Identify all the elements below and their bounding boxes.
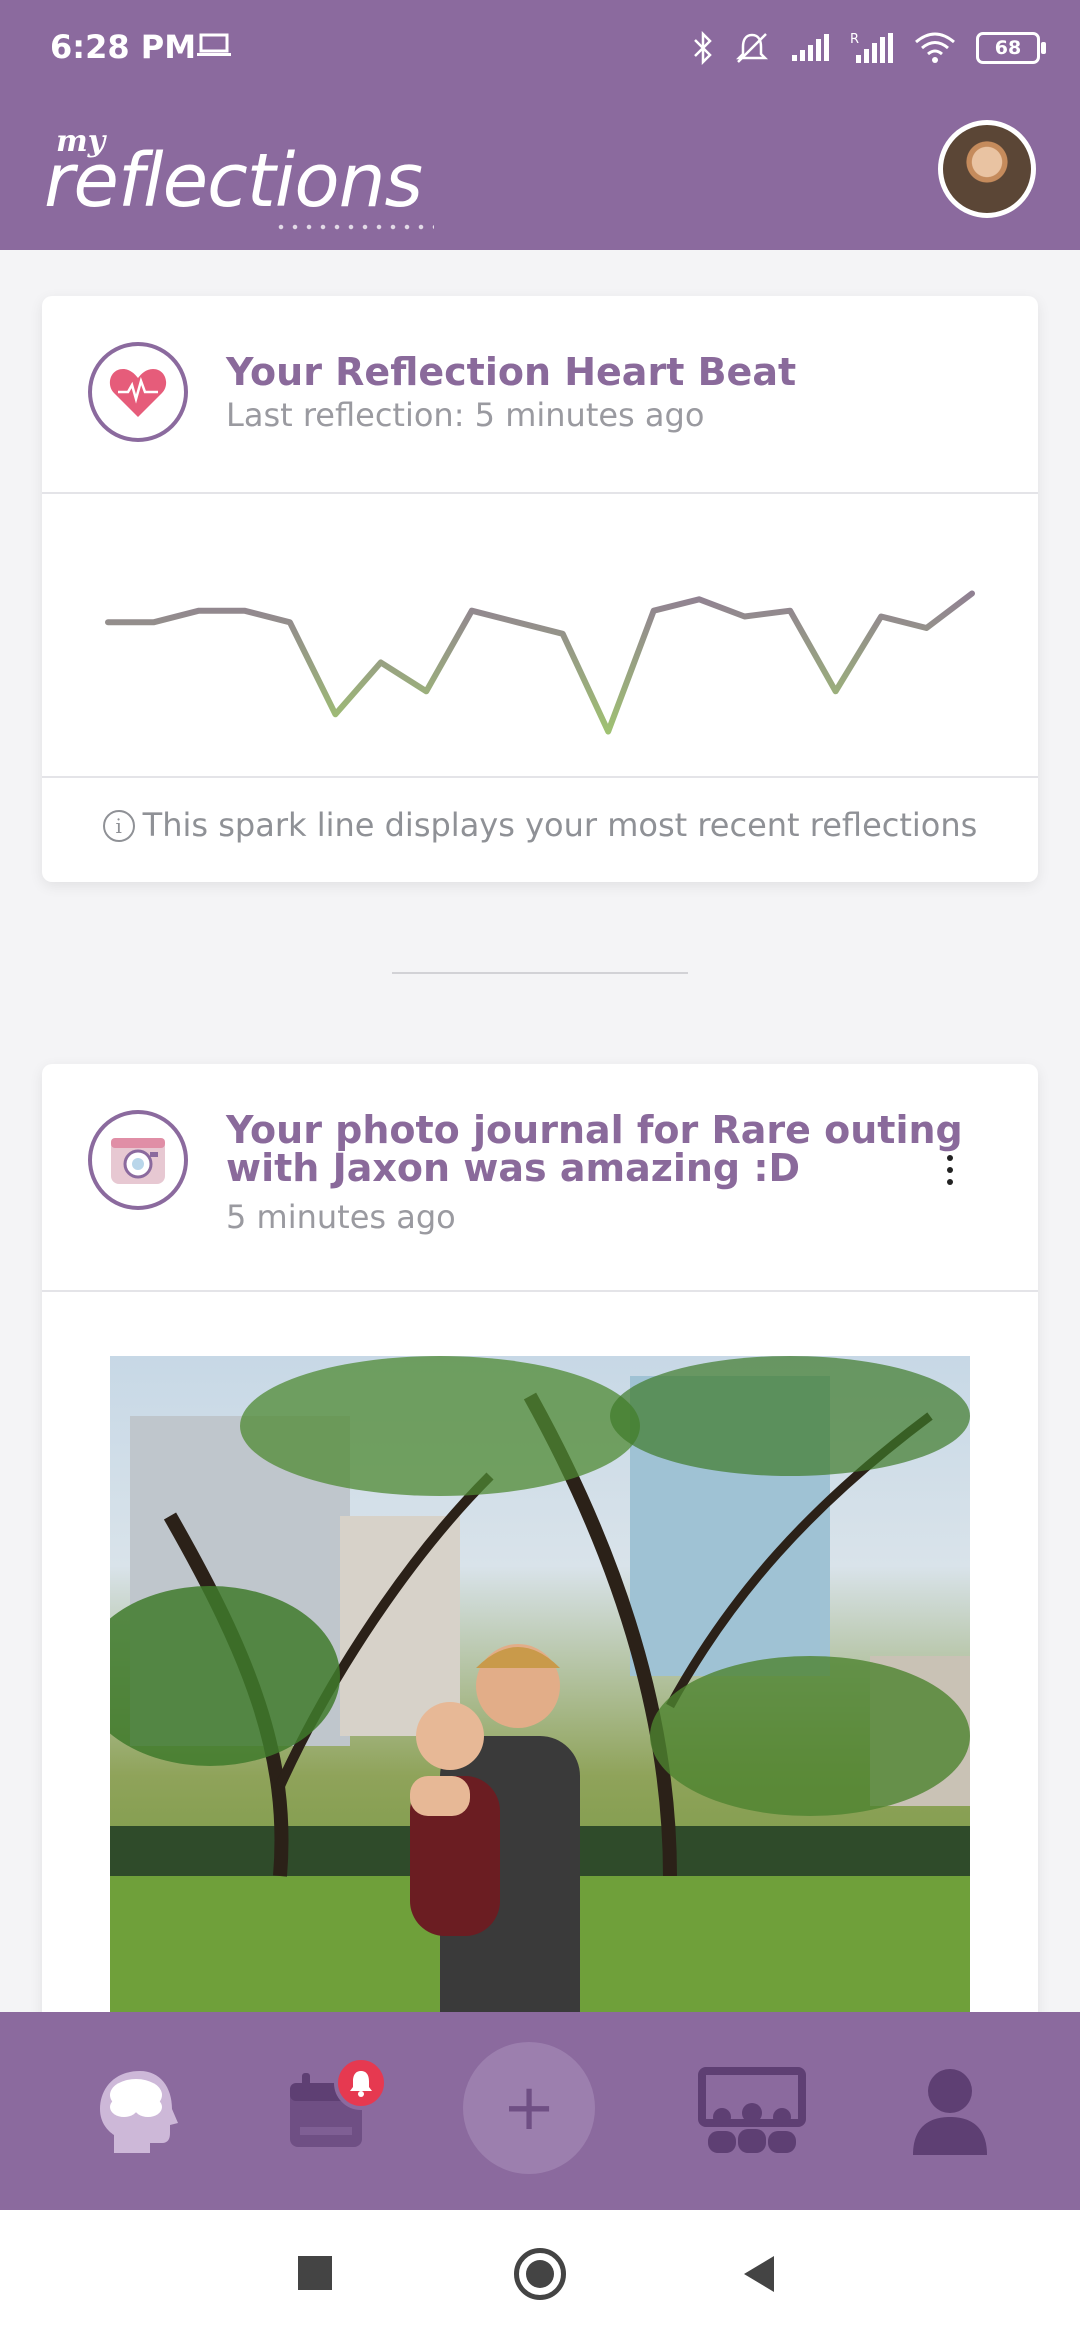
journal-title-line2: with Jaxon was amazing :D [226,1146,801,1190]
journal-photo[interactable] [110,1356,970,2056]
journal-title-line1: Your photo journal for Rare outing [226,1108,963,1152]
notification-badge [334,2056,388,2110]
signal-icon [792,34,829,61]
card-title: Your Reflection Heart Beat [226,350,797,394]
system-navigation [0,2210,1080,2340]
bluetooth-icon [694,31,712,65]
info-icon: i [102,810,135,842]
app-bar: my reflections [0,100,1080,250]
section-divider [392,972,688,974]
divider [42,1290,1038,1292]
heartbeat-card[interactable]: Your Reflection Heart Beat Last reflecti… [42,296,1038,882]
status-icons: R 68 [692,28,1046,68]
brain-icon [100,2071,178,2153]
mute-icon [735,33,769,63]
hint-text: This spark line displays your most recen… [142,806,978,844]
bottom-navigation: + [0,2012,1080,2210]
sparkline-chart [105,590,975,735]
laptop-icon [196,33,232,63]
nav-brain[interactable] [90,2012,190,2210]
nav-calendar[interactable] [276,2012,376,2210]
camera-icon [88,1110,188,1210]
photo-journal-card[interactable]: Your photo journal for Rare outing with … [42,1064,1038,2064]
journal-time: 5 minutes ago [226,1198,456,1236]
back-button[interactable] [740,2254,780,2294]
recent-apps-button[interactable] [298,2256,332,2290]
nav-group[interactable] [692,2012,812,2210]
status-time: 6:28 PM [50,28,197,66]
more-options-button[interactable] [942,1140,958,1200]
sparkline-hint: i This spark line displays your most rece… [42,806,1038,844]
bell-icon [350,2071,372,2097]
group-icon [698,2067,806,2153]
svg-text:R: R [850,32,859,47]
profile-avatar[interactable] [938,120,1036,218]
wifi-icon [915,32,955,63]
divider [42,776,1038,778]
last-reflection: Last reflection: 5 minutes ago [226,396,705,434]
heart-icon [88,342,188,442]
roaming-signal-icon: R [850,32,893,63]
status-bar: 6:28 PM R 68 [0,0,1080,100]
sparkline [105,590,975,735]
home-dot [526,2260,554,2288]
battery-icon: 68 [976,32,1046,64]
logo-reflections: reflections [44,138,423,224]
add-button[interactable]: + [463,2042,595,2174]
nav-profile[interactable] [900,2012,1000,2210]
logo-dots [274,224,434,230]
home-button[interactable] [514,2248,566,2300]
profile-icon [913,2069,987,2155]
divider [42,492,1038,494]
